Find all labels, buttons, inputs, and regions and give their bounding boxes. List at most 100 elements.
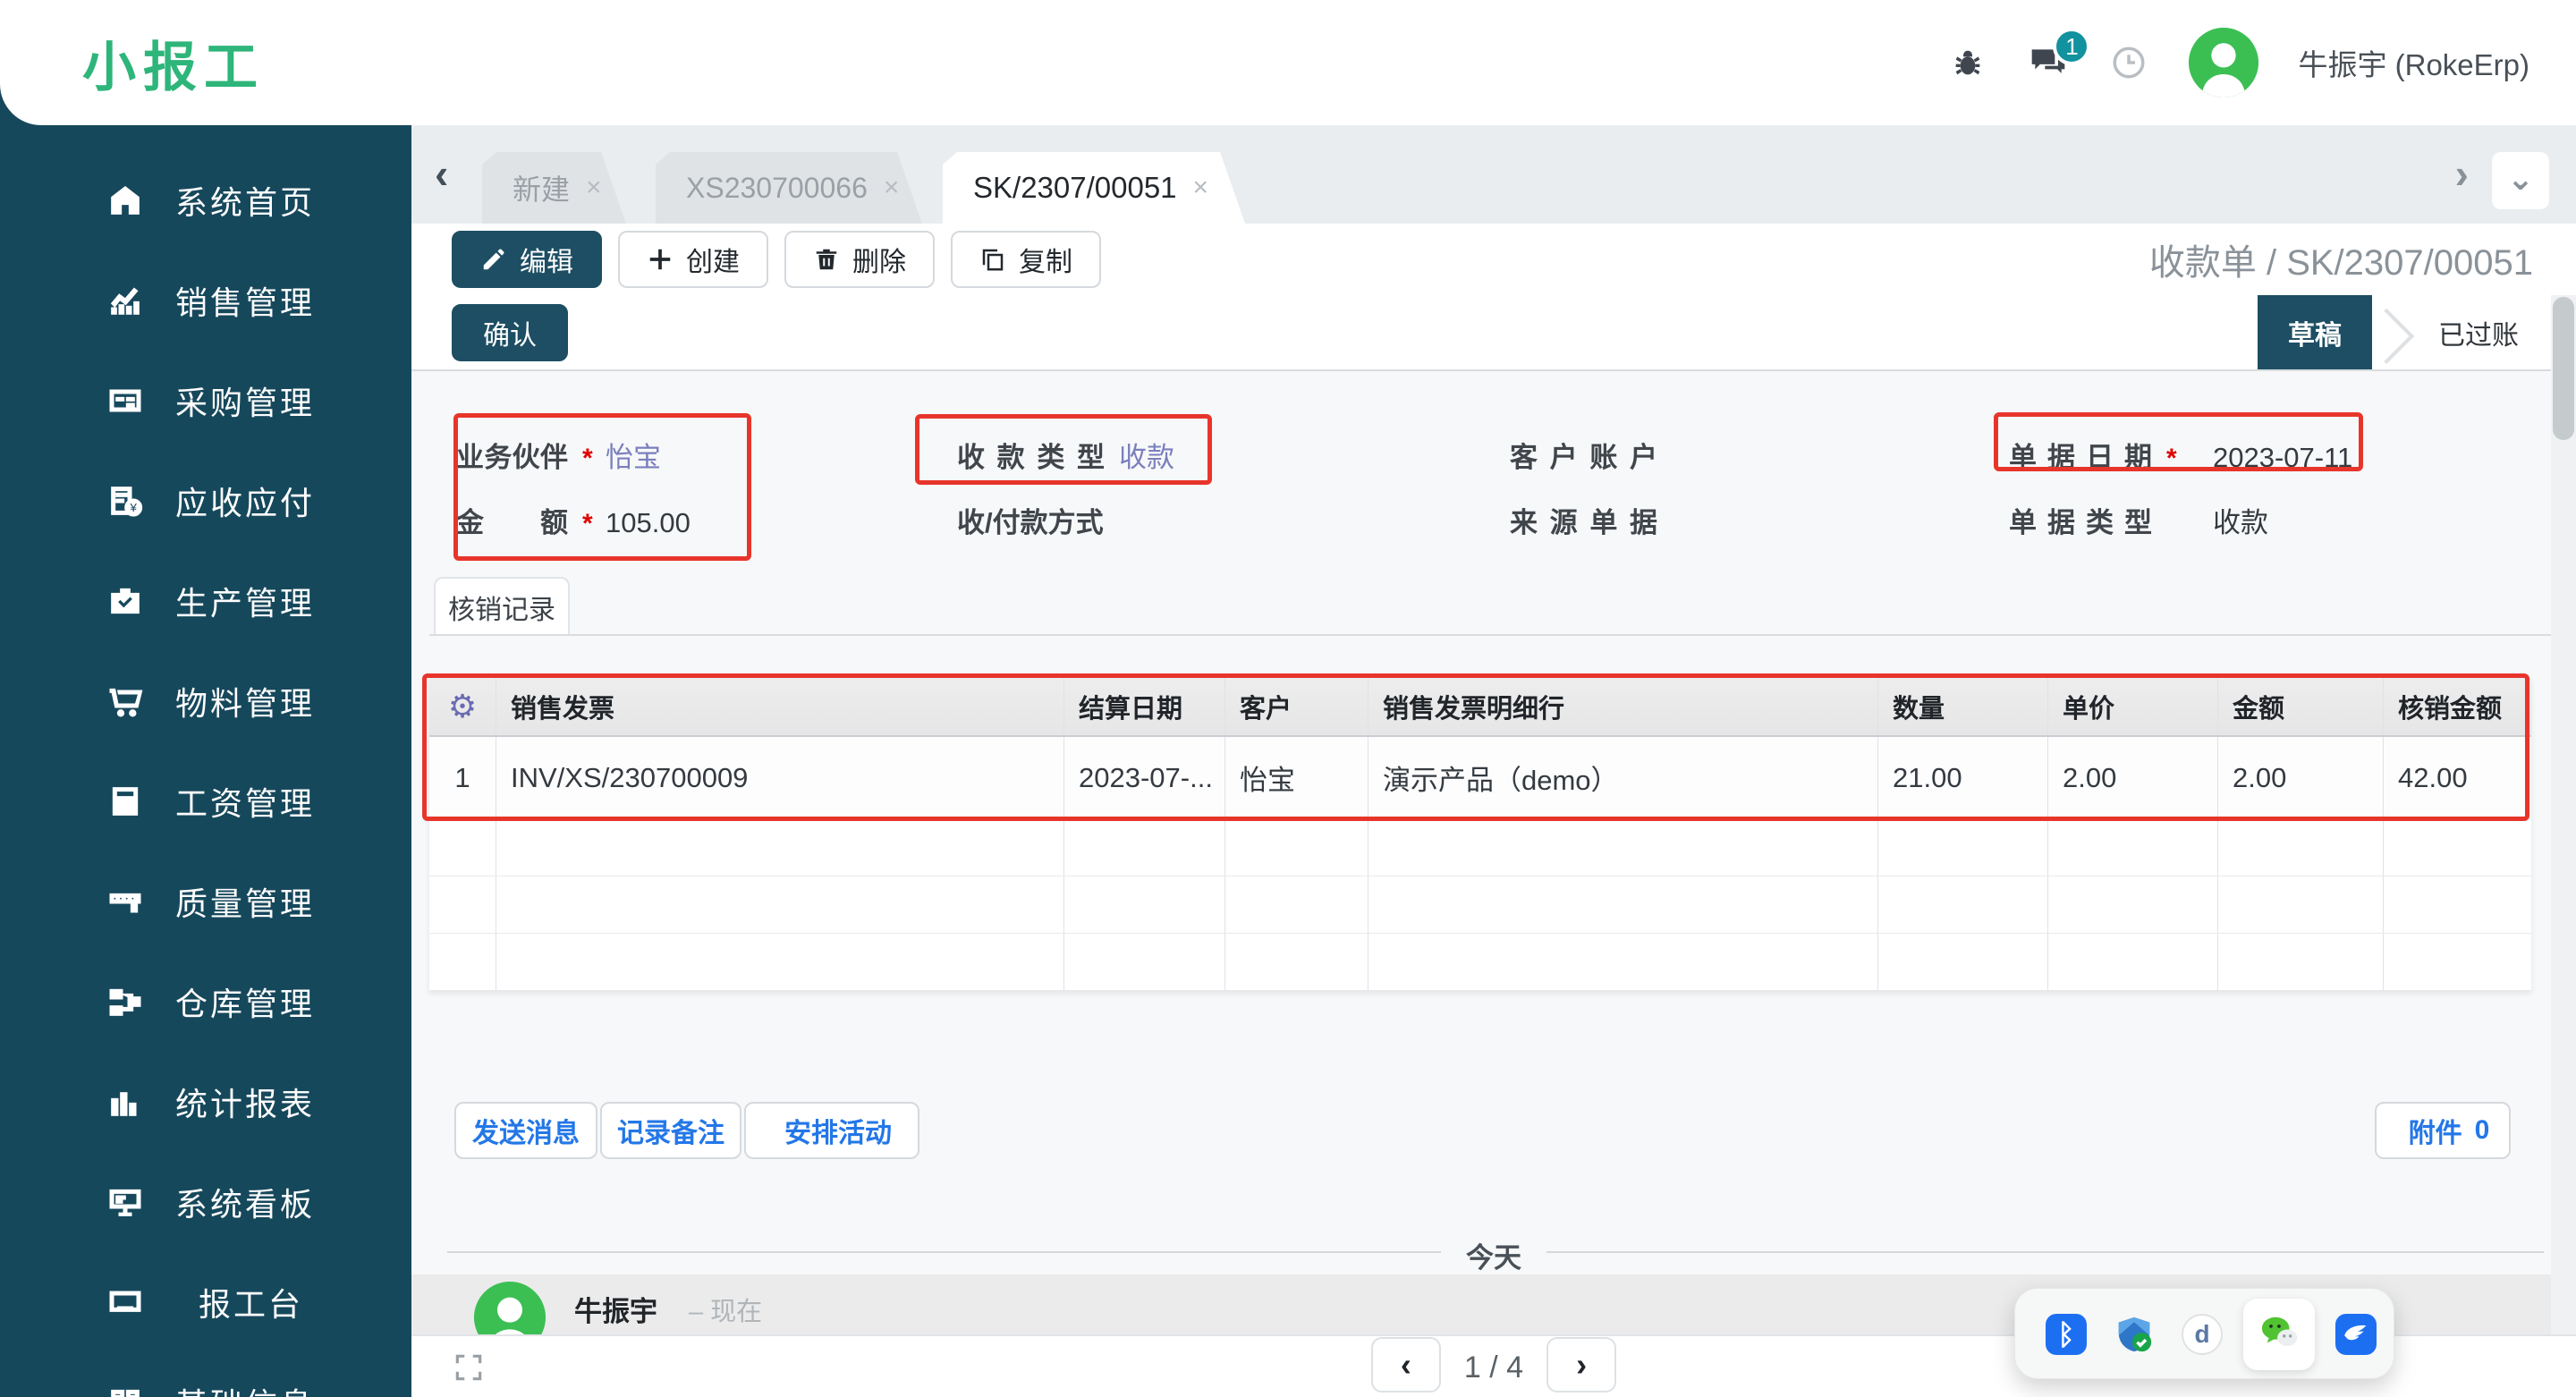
delete-button[interactable]: 删除 <box>784 231 935 288</box>
sidebar-item-warehouse[interactable]: 仓库管理 <box>0 952 411 1052</box>
field-document-type: 单据类型 收款 <box>2009 500 2268 540</box>
tab-close-icon[interactable]: × <box>884 173 900 203</box>
field-payment-type-value[interactable]: 收款 <box>1119 435 1174 475</box>
d-app-icon[interactable]: d <box>2182 1314 2223 1355</box>
wechat-icon[interactable] <box>2258 1312 2300 1353</box>
top-header: 小报工 1 牛振宇 (RokeErp) <box>0 0 2576 125</box>
edit-button[interactable]: 编辑 <box>452 231 602 288</box>
tab-close-icon[interactable]: × <box>1193 173 1209 203</box>
send-message-button[interactable]: 发送消息 <box>454 1102 597 1159</box>
field-customer-account: 客户账户 <box>1510 435 1672 475</box>
tabs-scroll-right-icon[interactable]: › <box>2455 148 2469 199</box>
table-empty-row <box>429 934 2531 991</box>
sidebar-item-quality[interactable]: 质量管理 <box>0 851 411 952</box>
col-unit-price[interactable]: 单价 <box>2048 678 2218 735</box>
field-document-date: 单据日期 * 2023-07-11 <box>2009 435 2352 475</box>
col-applied-amount[interactable]: 核销金额 <box>2384 678 2531 735</box>
bluetooth-icon[interactable]: ᛒ <box>2046 1314 2087 1355</box>
document-tabstrip: ‹ 新建 × XS230700066 × SK/2307/00051 × › ⌄ <box>411 125 2576 224</box>
table-empty-row <box>429 876 2531 934</box>
delete-label: 删除 <box>852 248 906 277</box>
schedule-activity-label: 安排活动 <box>784 1119 892 1148</box>
pager-next-button[interactable]: › <box>1546 1337 1617 1393</box>
plus-icon <box>649 249 671 270</box>
table-row[interactable]: 1 INV/XS/230700009 2023-07-... 怡宝 演示产品（d… <box>429 737 2531 819</box>
field-document-date-value[interactable]: 2023-07-11 <box>2213 442 2352 474</box>
field-amount-value[interactable]: 105.00 <box>606 507 691 539</box>
sidebar-item-receivable[interactable]: ¥ 应收应付 <box>0 451 411 551</box>
required-star: * <box>582 444 593 473</box>
col-qty[interactable]: 数量 <box>1878 678 2048 735</box>
field-document-type-value[interactable]: 收款 <box>2213 500 2268 540</box>
cell-invoice: INV/XS/230700009 <box>496 737 1064 818</box>
tab-label: SK/2307/00051 <box>973 171 1177 204</box>
tab-sk-2307-00051[interactable]: SK/2307/00051 × <box>943 152 1245 224</box>
status-posted[interactable]: 已过账 <box>2408 295 2549 369</box>
bug-icon[interactable] <box>1947 42 1988 83</box>
optional-columns-gear-icon[interactable]: ⚙ <box>448 688 477 725</box>
status-draft[interactable]: 草稿 <box>2258 295 2372 369</box>
log-note-button[interactable]: 记录备注 <box>600 1102 741 1159</box>
field-customer-account-label: 客户账户 <box>1510 442 1657 473</box>
sidebar-item-basics[interactable]: 基础信息 <box>0 1352 411 1397</box>
sidebar-item-label: 采购管理 <box>175 385 316 421</box>
schedule-activity-button[interactable]: 安排活动 <box>744 1102 919 1159</box>
duplicate-button[interactable]: 复制 <box>951 231 1101 288</box>
app-logo[interactable]: 小报工 <box>82 24 265 102</box>
sidebar-item-materials[interactable]: 物料管理 <box>0 651 411 751</box>
pager-previous-button[interactable]: ‹ <box>1370 1337 1441 1393</box>
cell-invoice-line: 演示产品（demo） <box>1368 737 1878 818</box>
dingtalk-wing-icon[interactable] <box>2335 1314 2377 1355</box>
notebook-tab-writeoff[interactable]: 核销记录 <box>434 577 570 636</box>
field-partner: 业务伙伴 * 怡宝 <box>456 435 661 475</box>
sidebar-item-production[interactable]: 生产管理 <box>0 551 411 651</box>
sidebar-item-dashboard[interactable]: 系统看板 <box>0 1152 411 1252</box>
quality-caliper-icon <box>106 882 145 921</box>
field-payment-method-label: 收/付款方式 <box>957 507 1104 538</box>
tabs-list-dropdown-icon[interactable]: ⌄ <box>2492 152 2549 209</box>
tab-close-icon[interactable]: × <box>586 173 602 203</box>
field-partner-value[interactable]: 怡宝 <box>606 435 661 475</box>
col-amount[interactable]: 金额 <box>2218 678 2384 735</box>
col-invoice-line[interactable]: 销售发票明细行 <box>1368 678 1878 735</box>
cell-index: 1 <box>429 737 496 818</box>
defender-shield-icon[interactable] <box>2114 1314 2155 1355</box>
tab-new[interactable]: 新建 × <box>482 152 626 224</box>
user-name[interactable]: 牛振宇 (RokeErp) <box>2298 41 2529 84</box>
col-invoice[interactable]: 销售发票 <box>496 678 1064 735</box>
tab-xs230700066[interactable]: XS230700066 × <box>656 152 922 224</box>
purchase-card-icon <box>106 381 145 420</box>
sidebar-item-payroll[interactable]: 工资管理 <box>0 751 411 851</box>
sidebar-item-home[interactable]: 系统首页 <box>0 150 411 250</box>
sidebar-item-label: 基础信息 <box>175 1379 315 1397</box>
app-root: 系统首页 销售管理 采购管理 ¥ 应收应付 生产管理 物料管理 工资管理 质量管… <box>0 0 2576 1397</box>
scrollbar-thumb[interactable] <box>2553 297 2574 440</box>
sidebar-item-label: 物料管理 <box>175 685 316 722</box>
tabs-scroll-left-icon[interactable]: ‹ <box>435 148 448 199</box>
sidebar-item-label: 应收应付 <box>175 485 316 521</box>
tab-label: XS230700066 <box>686 171 868 204</box>
terminal-icon <box>106 1283 145 1322</box>
sidebar-item-reports[interactable]: 统计报表 <box>0 1052 411 1152</box>
warehouse-flow-icon <box>106 982 145 1021</box>
attachments-button[interactable]: 附件 0 <box>2375 1102 2511 1159</box>
confirm-button[interactable]: 确认 <box>452 304 568 361</box>
status-separator-chevron <box>2372 295 2408 369</box>
messages-icon[interactable]: 1 <box>2028 28 2091 83</box>
col-settle-date[interactable]: 结算日期 <box>1064 678 1225 735</box>
create-button[interactable]: 创建 <box>618 231 768 288</box>
payroll-calculator-icon <box>106 782 145 821</box>
avatar[interactable] <box>2189 28 2259 97</box>
sidebar-item-sales[interactable]: 销售管理 <box>0 250 411 351</box>
tab-label: 新建 <box>513 174 571 206</box>
sidebar-item-label: 质量管理 <box>175 885 316 922</box>
sidebar-item-purchase[interactable]: 采购管理 <box>0 351 411 451</box>
activity-clock-icon[interactable] <box>2108 42 2149 83</box>
copy-icon <box>982 249 1004 271</box>
col-customer[interactable]: 客户 <box>1225 678 1368 735</box>
sidebar-item-label: 系统首页 <box>175 184 316 221</box>
sidebar-item-terminal[interactable]: 报工台 <box>0 1252 411 1352</box>
breadcrumb[interactable]: 收款单 / SK/2307/00051 <box>2149 233 2533 285</box>
scrollbar-track[interactable] <box>2551 295 2576 1334</box>
statusbar: 确认 草稿 已过账 <box>411 295 2576 371</box>
